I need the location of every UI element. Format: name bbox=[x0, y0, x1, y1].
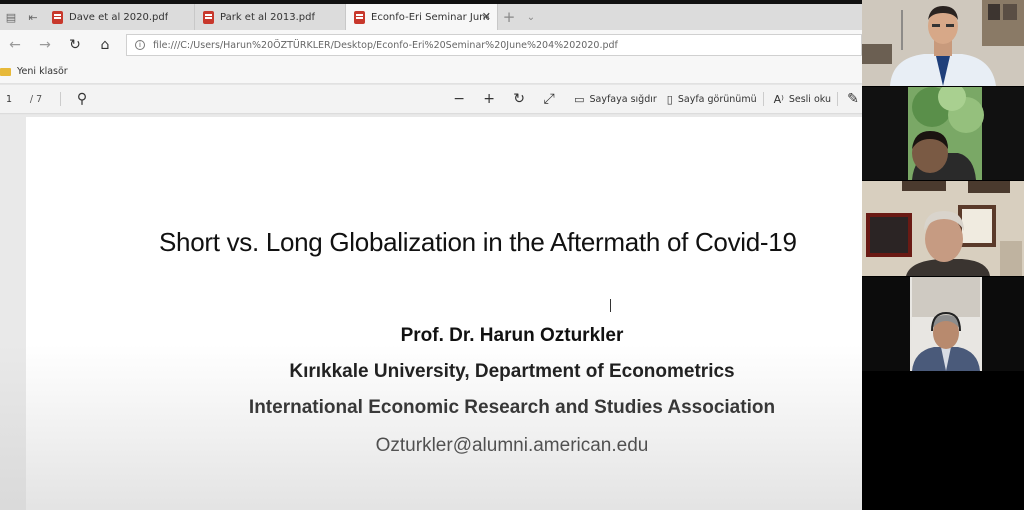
url-text: file:///C:/Users/Harun%20ÖZTÜRKLER/Deskt… bbox=[153, 39, 618, 51]
read-aloud-icon: A⁾ bbox=[773, 92, 784, 106]
draw-icon[interactable]: ✎ bbox=[844, 91, 862, 107]
chevron-down-icon[interactable]: ⌄ bbox=[520, 4, 542, 30]
participant-video-tile[interactable] bbox=[862, 277, 1024, 371]
tab-park-2013[interactable]: Park et al 2013.pdf bbox=[195, 4, 346, 30]
participant-4-video bbox=[862, 277, 1024, 371]
tab-title: Econfo-Eri Seminar June bbox=[371, 11, 489, 23]
pdf-viewport[interactable]: Short vs. Long Globalization in the Afte… bbox=[0, 115, 862, 510]
page-number-input[interactable]: 1 bbox=[0, 94, 18, 105]
info-icon[interactable]: i bbox=[135, 40, 145, 50]
video-panel-empty bbox=[862, 372, 1024, 510]
fit-page-button[interactable]: ▭ Sayfaya sığdır bbox=[574, 93, 657, 106]
rotate-icon[interactable]: ↻ bbox=[504, 91, 534, 107]
favorites-bar: Yeni klasör bbox=[0, 60, 862, 84]
page-total: / 7 bbox=[29, 93, 43, 105]
pdf-icon bbox=[52, 10, 63, 24]
tab-dave-2020[interactable]: Dave et al 2020.pdf bbox=[44, 4, 195, 30]
new-tab-button[interactable]: + bbox=[498, 4, 520, 30]
divider bbox=[762, 92, 764, 106]
pdf-toolbar: 1 / 7 ⚲ − + ↻ ⤢ ▭ Sayfaya sığdır ▯ Sayfa… bbox=[0, 85, 862, 114]
slide-author: Prof. Dr. Harun Ozturkler bbox=[400, 325, 624, 346]
participant-video-tile[interactable] bbox=[862, 0, 1024, 86]
search-icon[interactable]: ⚲ bbox=[67, 91, 97, 107]
screen: ▤ ⇤ Dave et al 2020.pdf Park et al 2013.… bbox=[0, 0, 1024, 510]
slide-email: Ozturkler@alumni.american.edu bbox=[375, 435, 649, 456]
tab-bar: ▤ ⇤ Dave et al 2020.pdf Park et al 2013.… bbox=[0, 4, 862, 30]
mouse-cursor-icon bbox=[610, 299, 618, 312]
page-view-icon: ▯ bbox=[666, 92, 673, 106]
fullscreen-icon[interactable]: ⤢ bbox=[534, 91, 564, 107]
read-aloud-button[interactable]: A⁾ Sesli oku bbox=[774, 93, 831, 106]
participant-2-video bbox=[862, 87, 1024, 180]
slide-affiliation: Kırıkkale University, Department of Econ… bbox=[289, 361, 735, 382]
close-tab-icon[interactable]: ✕ bbox=[482, 10, 491, 23]
page-view-label: Sayfa görünümü bbox=[677, 93, 757, 105]
refresh-icon[interactable]: ↻ bbox=[60, 37, 90, 53]
tab-econfo-seminar[interactable]: Econfo-Eri Seminar June ✕ bbox=[346, 4, 498, 30]
divider bbox=[837, 92, 838, 106]
read-aloud-label: Sesli oku bbox=[788, 93, 831, 105]
participant-video-tile[interactable] bbox=[862, 181, 1024, 276]
pdf-icon bbox=[354, 10, 365, 24]
slide-title: Short vs. Long Globalization in the Afte… bbox=[159, 227, 797, 257]
address-bar: ← → ↻ ⌂ i file:///C:/Users/Harun%20ÖZTÜR… bbox=[0, 30, 862, 60]
zoom-in-icon[interactable]: + bbox=[474, 91, 504, 107]
back-arrow-icon[interactable]: ← bbox=[0, 37, 30, 53]
set-tabs-aside-icon[interactable]: ⇤ bbox=[22, 4, 44, 30]
tab-title: Dave et al 2020.pdf bbox=[69, 11, 169, 23]
participant-3-video bbox=[862, 181, 1024, 276]
fit-page-label: Sayfaya sığdır bbox=[589, 93, 657, 105]
folder-icon bbox=[0, 67, 11, 76]
pdf-icon bbox=[203, 10, 214, 24]
divider bbox=[60, 92, 61, 106]
page-view-button[interactable]: ▯ Sayfa görünümü bbox=[667, 93, 757, 106]
participant-video-tile[interactable] bbox=[862, 87, 1024, 180]
zoom-out-icon[interactable]: − bbox=[444, 91, 474, 107]
pdf-page: Short vs. Long Globalization in the Afte… bbox=[26, 117, 862, 510]
fit-page-icon: ▭ bbox=[574, 92, 585, 106]
favorite-label: Yeni klasör bbox=[17, 66, 68, 77]
home-icon[interactable]: ⌂ bbox=[90, 37, 120, 53]
participant-1-video bbox=[862, 0, 1024, 86]
url-field[interactable]: i file:///C:/Users/Harun%20ÖZTÜRKLER/Des… bbox=[126, 34, 862, 56]
favorite-yeni-klasor[interactable]: Yeni klasör bbox=[0, 66, 68, 77]
video-participants-panel bbox=[862, 0, 1024, 510]
tab-title: Park et al 2013.pdf bbox=[220, 11, 315, 23]
forward-arrow-icon[interactable]: → bbox=[30, 37, 60, 53]
tab-list-icon[interactable]: ▤ bbox=[0, 4, 22, 30]
slide-association: International Economic Research and Stud… bbox=[248, 397, 776, 418]
